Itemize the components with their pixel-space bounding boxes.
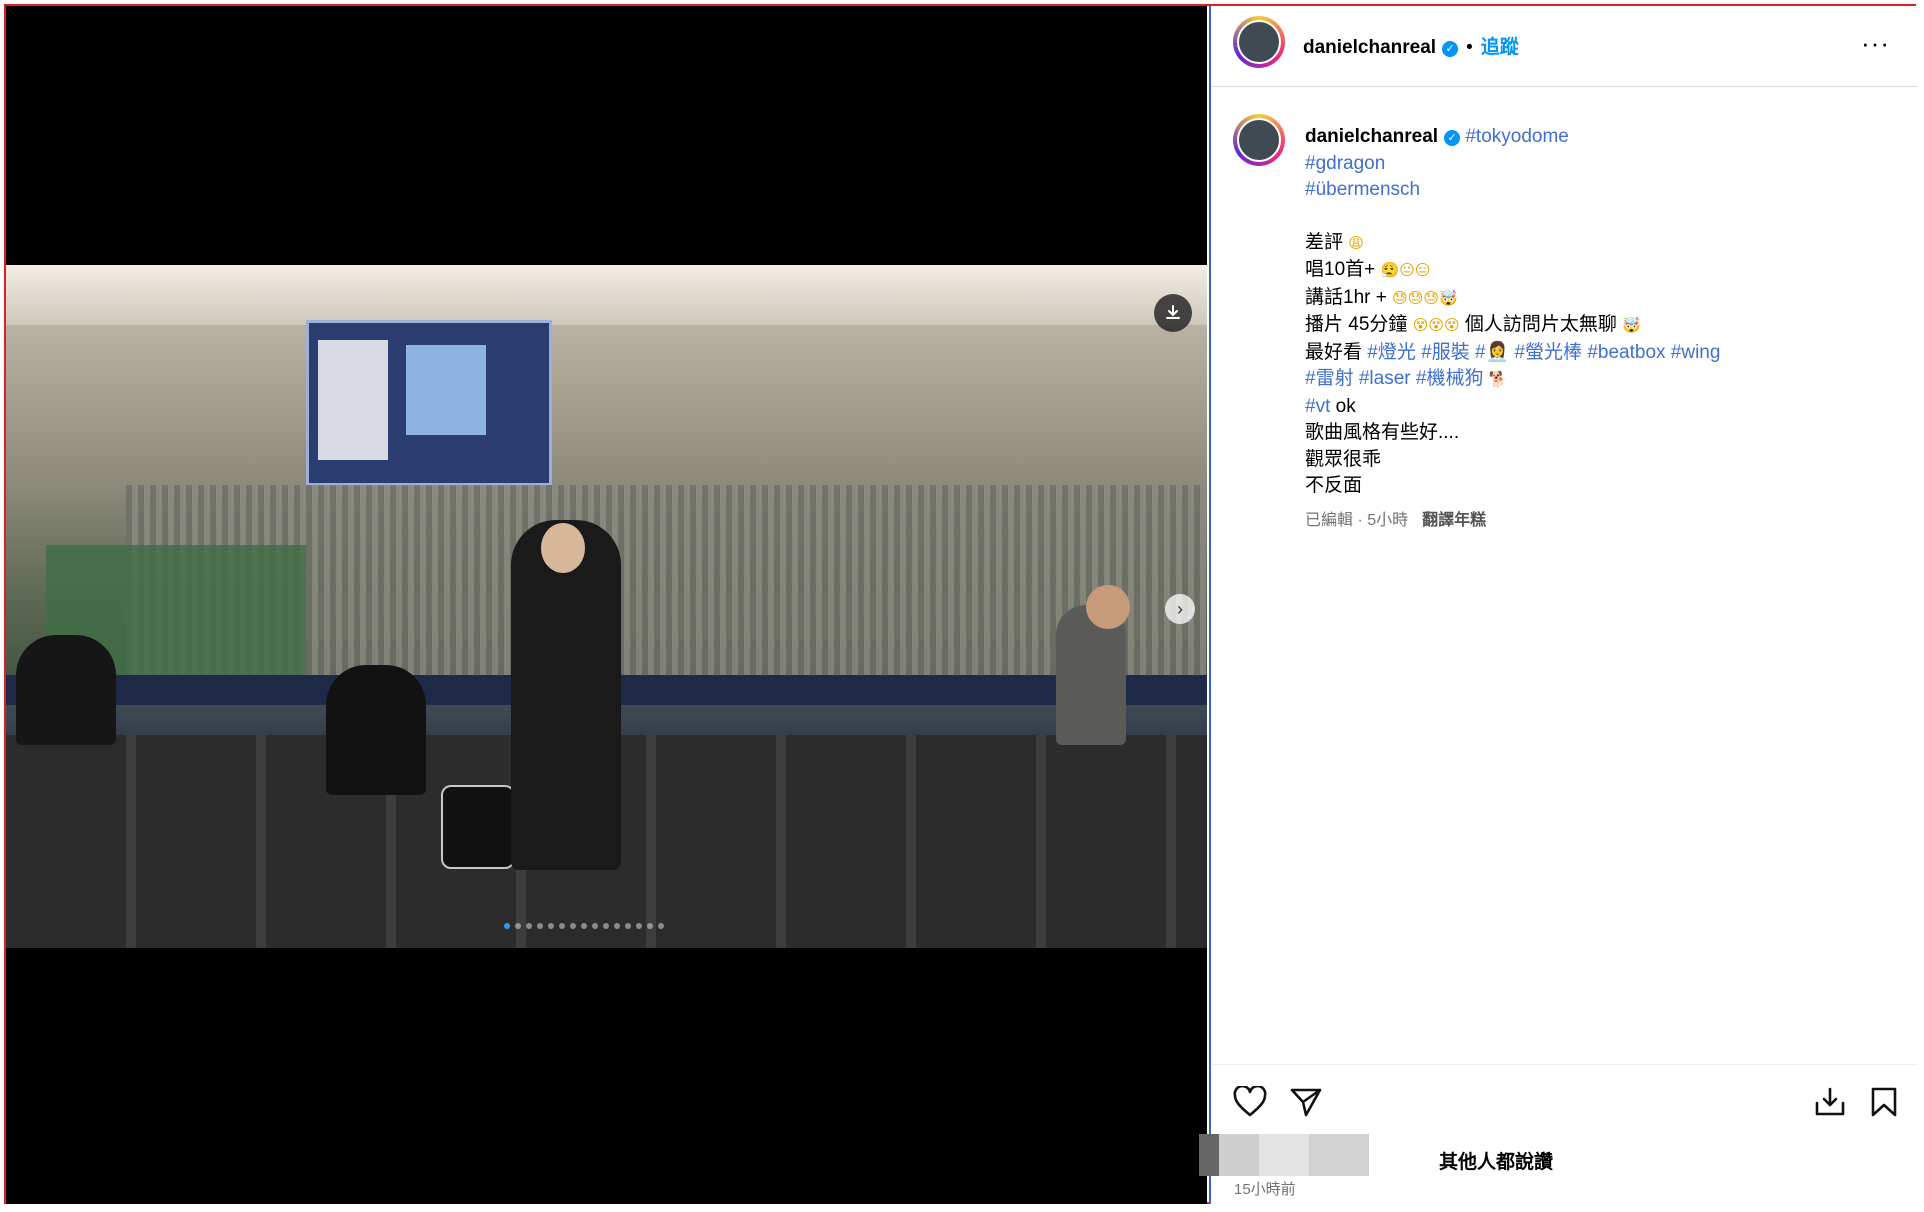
carousel-dot[interactable] [581,923,587,929]
caption-avatar[interactable] [1233,114,1285,166]
emoji: 🐕 [1488,371,1508,388]
concert-photo[interactable] [6,265,1207,948]
follow-button[interactable]: 追蹤 [1481,37,1519,58]
spectator-left [16,635,116,745]
caption-line: 歌曲風格有些好.... [1305,422,1460,443]
caption-line: #雷射 #laser #機械狗 🐕 [1305,366,1895,394]
carousel-dot[interactable] [603,923,609,929]
stage-screen-left [318,340,388,460]
caption-text: 最好看 [1305,341,1363,363]
caption-line: 播片 45分鐘 😵😵😵 個人訪問片太無聊 🤯 [1305,312,1895,340]
bookmark-icon[interactable] [1869,1086,1899,1126]
caption-text: 差評 [1305,231,1344,253]
caption-text: 播片 45分鐘 [1305,314,1408,335]
hashtag-link[interactable]: #燈光 #服裝 #👩‍💼 #螢光棒 #beatbox #wing [1367,342,1720,363]
caption-text: 唱10首+ [1305,259,1376,280]
stage-screen-right [406,345,486,435]
tote-bag [441,785,515,869]
carousel-dot[interactable] [504,923,510,929]
avatar[interactable] [1233,16,1285,68]
carousel-dot[interactable] [614,923,620,929]
caption-text: 講話1hr + [1305,286,1387,308]
hashtag-link[interactable]: #vt [1305,396,1330,417]
post-side-panel: danielchanreal ✓ • 追蹤 ··· danielchanreal ✓ #… [1199,6,1918,1204]
heart-icon[interactable] [1233,1084,1267,1126]
post-meta: 已編輯 · 5小時 翻譯年糕 [1305,506,1486,530]
hashtag-link[interactable]: #gdragon [1305,151,1895,178]
emoji: 🤯 [1622,317,1641,334]
carousel-dots [504,923,664,929]
emoji: 😩 [1348,234,1364,252]
edited-time: 已編輯 · 5小時 [1305,512,1409,529]
man-head [541,523,585,573]
carousel-dot[interactable] [526,923,532,929]
verified-badge-icon: ✓ [1442,41,1459,57]
send-icon[interactable] [1289,1086,1323,1126]
emoji: 😓😓😓🤯 [1392,289,1458,307]
hashtag-link[interactable]: #übermensch [1305,177,1895,204]
media-download-icon[interactable] [1154,294,1192,332]
carousel-dot[interactable] [636,923,642,929]
carousel-dot[interactable] [537,923,543,929]
more-options-icon[interactable]: ··· [1861,28,1890,59]
emoji: 😵😵😵 [1412,317,1460,334]
spectator-seated [326,665,426,795]
next-slide-chevron-icon[interactable]: › [1165,594,1195,624]
caption-line: 講話1hr + 😓😓😓🤯 [1305,285,1895,313]
caption-line: 唱10首+ 😮‍💨😐😑 [1305,257,1895,285]
carousel-dot[interactable] [515,923,521,929]
likes-summary[interactable]: 其他人都說讚 [1439,1147,1553,1174]
post-caption: danielchanreal ✓ #tokyodome #gdragon #übe… [1305,124,1895,500]
header-user: danielchanreal ✓ • 追蹤 [1303,32,1519,59]
carousel-dot[interactable] [559,923,565,929]
carousel-dot[interactable] [592,923,598,929]
caption-line: 差評 😩 [1305,230,1895,258]
hashtag-link[interactable]: #tokyodome [1465,126,1569,147]
separator-dot: • [1466,37,1473,58]
carousel-dot[interactable] [647,923,653,929]
spectator-right-head [1086,585,1130,629]
download-icon[interactable] [1813,1086,1847,1126]
caption-line: 不反面 [1305,475,1363,496]
caption-username-link[interactable]: danielchanreal [1305,126,1438,147]
translate-link[interactable]: 翻譯年糕 [1422,512,1486,529]
dome-roof [6,265,1207,325]
caption-text: ok [1335,395,1356,417]
hashtag-link[interactable]: #雷射 #laser #機械狗 [1305,368,1483,389]
carousel-dot[interactable] [625,923,631,929]
username-link[interactable]: danielchanreal [1303,37,1436,58]
carousel-dot[interactable] [658,923,664,929]
caption-text: 個人訪問片太無聊 [1464,314,1617,335]
carousel-dot[interactable] [548,923,554,929]
post-timestamp[interactable]: 15小時前 [1234,1178,1296,1199]
emoji: 😮‍💨😐😑 [1380,262,1431,279]
post-media[interactable]: › [6,6,1207,1204]
caption-line: #vt ok [1305,394,1895,421]
divider [1211,1064,1918,1065]
blurred-liker-avatars [1199,1134,1369,1176]
caption-line: 觀眾很乖 [1305,448,1382,470]
post-header: danielchanreal ✓ • 追蹤 ··· [1211,6,1918,87]
carousel-dot[interactable] [570,923,576,929]
verified-badge-icon: ✓ [1444,130,1461,146]
caption-line: 最好看 #燈光 #服裝 #👩‍💼 #螢光棒 #beatbox #wing [1305,340,1895,367]
